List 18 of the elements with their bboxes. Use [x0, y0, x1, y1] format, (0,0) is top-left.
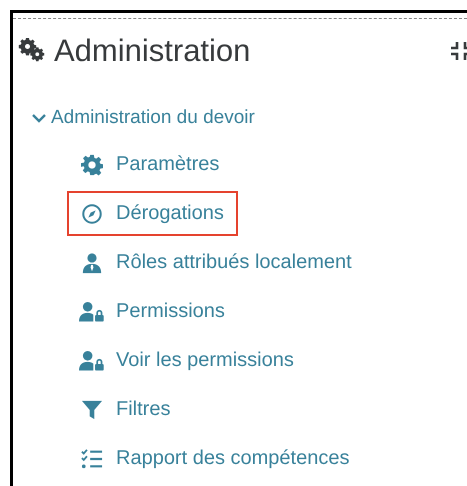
filter-icon — [81, 398, 103, 420]
menu-link[interactable]: Voir les permissions — [67, 338, 308, 383]
menu-link[interactable]: Paramètres — [67, 142, 234, 187]
section-toggle[interactable]: Administration du devoir — [31, 107, 255, 129]
user-lock-icon — [79, 300, 105, 322]
checklist-icon — [81, 448, 103, 470]
menu-link[interactable]: Rôles attribués localement — [67, 240, 366, 285]
user-lock-icon — [79, 350, 105, 372]
compress-icon[interactable] — [450, 41, 467, 61]
compass-icon — [81, 202, 103, 224]
menu-link[interactable]: Rapport des compétences — [67, 436, 364, 481]
block-title: Administration — [54, 33, 250, 69]
menu-link[interactable]: Filtres — [67, 387, 184, 432]
settings-icon — [81, 154, 103, 176]
gears-icon — [18, 38, 46, 64]
menu-link[interactable]: Permissions — [67, 289, 239, 334]
menu-link[interactable]: Dérogations — [67, 191, 238, 236]
user-icon — [81, 252, 103, 274]
